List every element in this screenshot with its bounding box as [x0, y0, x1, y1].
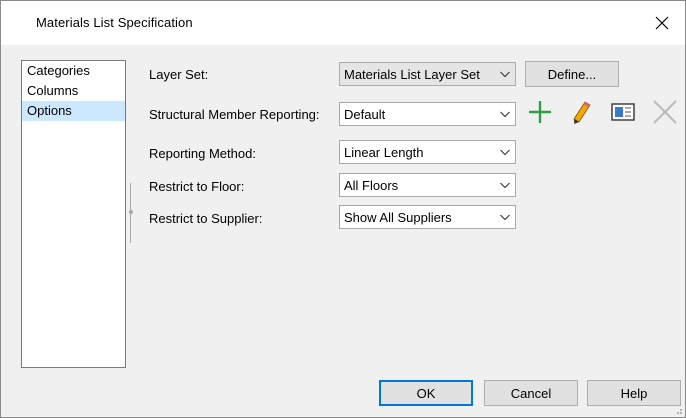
add-button[interactable] — [525, 97, 555, 127]
structural-member-select[interactable]: Default — [339, 102, 516, 126]
restrict-floor-value: All Floors — [344, 177, 399, 193]
resize-grip-icon[interactable] — [673, 405, 683, 415]
edit-pencil-icon — [573, 101, 591, 124]
close-icon — [655, 16, 669, 30]
window-title: Materials List Specification — [36, 15, 193, 30]
ok-button[interactable]: OK — [379, 380, 473, 406]
ok-button-label: OK — [416, 385, 436, 401]
edit-button[interactable] — [566, 97, 596, 127]
section-item-columns[interactable]: Columns — [22, 81, 125, 101]
section-item-options[interactable]: Options — [22, 101, 125, 121]
reporting-method-value: Linear Length — [344, 144, 424, 160]
restrict-floor-label: Restrict to Floor: — [149, 179, 245, 194]
delete-button[interactable] — [650, 97, 680, 127]
help-button-label: Help — [620, 385, 648, 401]
splitter-handle[interactable] — [129, 210, 133, 214]
chevron-down-icon — [500, 182, 510, 189]
reporting-method-select[interactable]: Linear Length — [339, 140, 516, 164]
cancel-button-label: Cancel — [510, 385, 552, 401]
help-button[interactable]: Help — [587, 380, 681, 406]
restrict-supplier-select[interactable]: Show All Suppliers — [339, 205, 516, 229]
chevron-down-icon — [500, 111, 510, 118]
add-icon — [529, 101, 551, 123]
layer-set-value: Materials List Layer Set — [344, 66, 480, 82]
restrict-floor-select[interactable]: All Floors — [339, 173, 516, 197]
chevron-down-icon — [500, 149, 510, 156]
define-button[interactable]: Define... — [525, 61, 619, 87]
layer-set-select[interactable]: Materials List Layer Set — [339, 62, 516, 86]
properties-icon — [611, 103, 635, 121]
chevron-down-icon — [500, 214, 510, 221]
structural-member-label: Structural Member Reporting: — [149, 107, 320, 122]
close-button[interactable] — [639, 1, 685, 45]
structural-member-value: Default — [344, 106, 386, 122]
layer-set-label: Layer Set: — [149, 67, 209, 82]
restrict-supplier-value: Show All Suppliers — [344, 209, 452, 225]
properties-button[interactable] — [608, 97, 638, 127]
delete-icon — [653, 100, 677, 124]
define-button-label: Define... — [547, 66, 597, 82]
chevron-down-icon — [500, 71, 510, 78]
materials-list-dialog: Materials List Specification Categories … — [0, 0, 686, 418]
title-bar: Materials List Specification — [1, 1, 685, 45]
section-item-categories[interactable]: Categories — [22, 61, 125, 81]
cancel-button[interactable]: Cancel — [484, 380, 578, 406]
reporting-method-label: Reporting Method: — [149, 146, 256, 161]
restrict-supplier-label: Restrict to Supplier: — [149, 211, 263, 226]
section-list[interactable]: Categories Columns Options — [21, 60, 126, 368]
